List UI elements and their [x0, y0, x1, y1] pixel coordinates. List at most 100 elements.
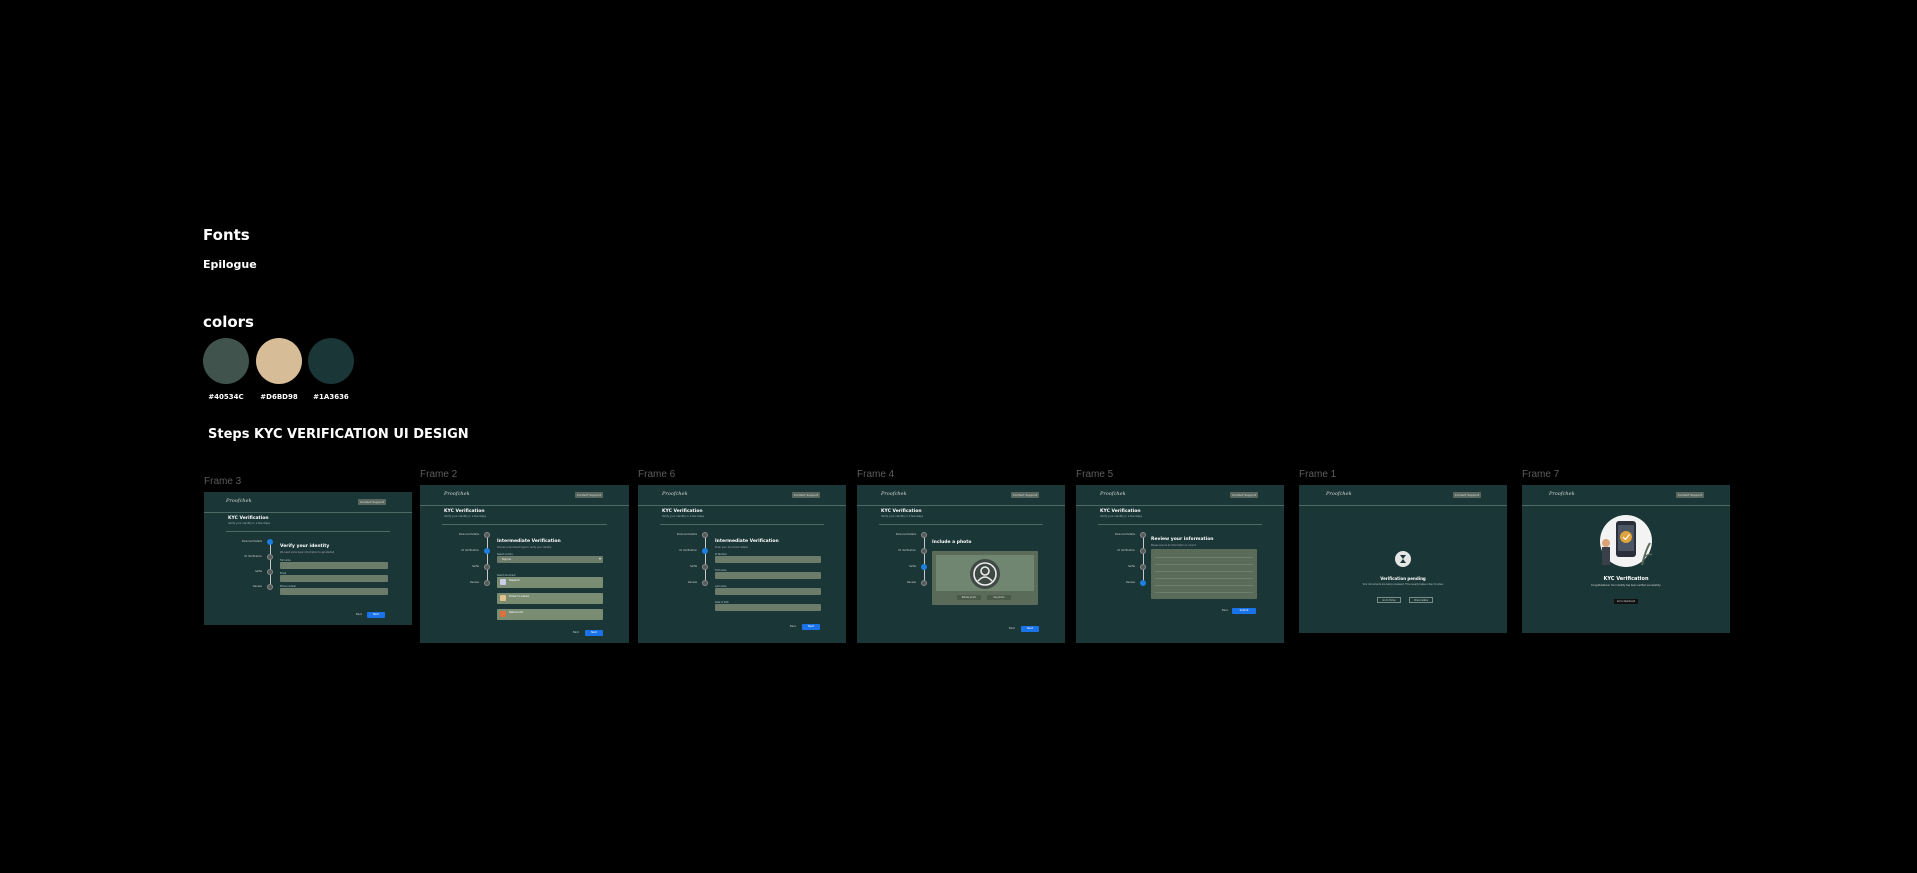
passport-icon	[500, 579, 506, 585]
frame-7: Proofchek Contact Support KYC Verificati…	[1522, 485, 1730, 633]
step-4-label: Review	[1126, 581, 1135, 584]
step-4-label: Review	[470, 581, 479, 584]
logo: Proofchek	[881, 491, 907, 497]
check-status-button[interactable]: Check status	[1409, 597, 1433, 603]
review-box	[1151, 549, 1257, 599]
form-title: Intermediate Verification	[497, 539, 561, 544]
step-2-label: ID Verification	[898, 549, 916, 552]
divider	[660, 524, 824, 525]
step-2-label: ID Verification	[1117, 549, 1135, 552]
logo: Proofchek	[1549, 491, 1575, 497]
step-2-dot	[1140, 548, 1146, 554]
step-3-dot	[267, 569, 273, 575]
step-line	[705, 535, 706, 583]
review-row	[1155, 592, 1253, 593]
contact-support-button[interactable]: Contact Support	[575, 492, 603, 498]
frame-label: Frame 3	[204, 476, 242, 487]
phone-field[interactable]	[280, 588, 388, 595]
id-number-field[interactable]	[715, 556, 821, 563]
review-row	[1155, 571, 1253, 572]
use-photo-button[interactable]: Use photo	[987, 595, 1011, 600]
step-1-dot	[484, 532, 490, 538]
contact-support-button[interactable]: Contact Support	[1453, 492, 1481, 498]
next-button[interactable]: Next	[367, 612, 385, 618]
form-title: Intermediate Verification	[715, 539, 779, 544]
submit-button[interactable]: Submit	[1232, 608, 1256, 614]
next-button[interactable]: Next	[585, 630, 603, 636]
color-swatch-1a3636	[308, 338, 354, 384]
pending-title: Verification pending	[1380, 576, 1426, 581]
step-4-dot	[484, 580, 490, 586]
contact-support-button[interactable]: Contact Support	[1676, 492, 1704, 498]
success-subtitle: Congratulations! Your identity has been …	[1590, 584, 1661, 587]
step-3-dot	[484, 564, 490, 570]
kyc-title: KYC Verification	[228, 516, 269, 521]
go-home-button[interactable]: Go to Home	[1377, 597, 1401, 603]
step-2-label: ID Verification	[461, 549, 479, 552]
step-line	[270, 542, 271, 587]
success-illustration	[1600, 515, 1653, 567]
retake-photo-button[interactable]: Retake photo	[957, 595, 981, 600]
chevron-down-icon: ▾	[598, 556, 601, 561]
step-3-label: Selfie	[1128, 565, 1135, 568]
contact-support-button[interactable]: Contact Support	[358, 499, 386, 505]
step-3-label: Selfie	[909, 565, 916, 568]
step-4-dot	[1140, 580, 1146, 586]
step-4-dot	[702, 580, 708, 586]
step-1-dot	[1140, 532, 1146, 538]
review-row	[1155, 578, 1253, 579]
contact-support-button[interactable]: Contact Support	[792, 492, 820, 498]
step-2-label: ID Verification	[244, 555, 262, 558]
last-name-field[interactable]	[715, 588, 821, 595]
review-row	[1155, 557, 1253, 558]
step-1-label: Personal Details	[458, 533, 479, 536]
back-button[interactable]: Back	[573, 631, 579, 634]
colors-heading: colors	[203, 313, 254, 331]
contact-support-button[interactable]: Contact Support	[1011, 492, 1039, 498]
frame-label: Frame 1	[1299, 469, 1337, 480]
country-select[interactable]: Nigeria ▾	[497, 556, 603, 563]
divider	[226, 531, 390, 532]
divider	[879, 524, 1043, 525]
frame-label: Frame 4	[857, 469, 895, 480]
step-line	[1143, 535, 1144, 583]
next-button[interactable]: Next	[1021, 626, 1039, 632]
back-button[interactable]: Back	[790, 625, 796, 628]
back-button[interactable]: Back	[1222, 609, 1228, 612]
logo: Proofchek	[1326, 491, 1352, 497]
step-1-label: Personal Details	[241, 540, 262, 543]
step-3-label: Selfie	[472, 565, 479, 568]
doc-option-national-id[interactable]: National ID	[497, 609, 603, 620]
step-1-label: Personal Details	[676, 533, 697, 536]
doc-option-passport[interactable]: Passport	[497, 577, 603, 588]
step-3-label: Selfie	[255, 570, 262, 573]
color-label: #D6BD98	[260, 393, 298, 401]
kyc-title: KYC Verification	[444, 509, 485, 514]
back-button[interactable]: Back	[1009, 627, 1015, 630]
email-field[interactable]	[280, 575, 388, 582]
user-avatar-icon	[970, 559, 1000, 589]
doc-option-label: Driver's License	[509, 595, 529, 598]
first-name-field[interactable]	[715, 572, 821, 579]
full-name-field[interactable]	[280, 562, 388, 569]
contact-support-button[interactable]: Contact Support	[1230, 492, 1258, 498]
step-3-label: Selfie	[690, 565, 697, 568]
step-4-dot	[267, 584, 273, 590]
step-4-label: Review	[688, 581, 697, 584]
step-2-dot	[267, 554, 273, 560]
back-button[interactable]: Back	[356, 613, 362, 616]
step-1-label: Personal Details	[895, 533, 916, 536]
frame-5: Proofchek Contact Support KYC Verificati…	[1076, 485, 1284, 643]
dob-field[interactable]	[715, 604, 821, 611]
doc-option-drivers-license[interactable]: Driver's License	[497, 593, 603, 604]
kyc-title: KYC Verification	[881, 509, 922, 514]
next-button[interactable]: Next	[802, 624, 820, 630]
frame-label: Frame 6	[638, 469, 676, 480]
step-line	[924, 535, 925, 583]
frame-3: Proofchek Contact Support KYC Verificati…	[204, 492, 412, 625]
review-row	[1155, 585, 1253, 586]
go-to-dashboard-button[interactable]: Go to dashboard	[1614, 599, 1638, 604]
frame-label: Frame 5	[1076, 469, 1114, 480]
id-card-icon	[500, 611, 506, 617]
frame-label: Frame 2	[420, 469, 458, 480]
